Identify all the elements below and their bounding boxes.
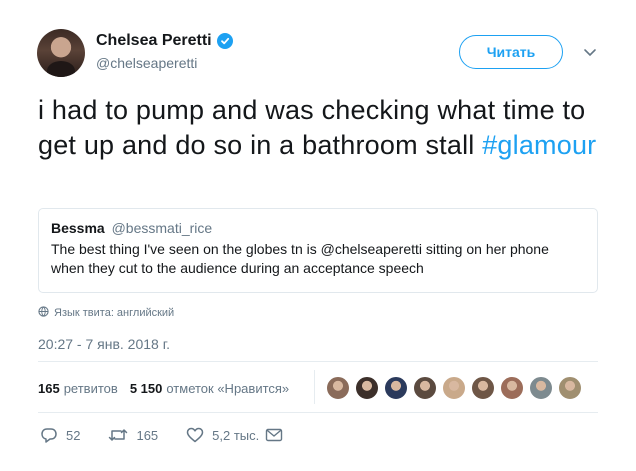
- liker-avatar[interactable]: [558, 376, 582, 400]
- retweet-label: ретвитов: [63, 381, 118, 396]
- tweet-text: i had to pump and was checking what time…: [38, 93, 618, 163]
- tweet-actions: 52 165 5,2 тыс.: [40, 427, 311, 443]
- liker-avatar[interactable]: [529, 376, 553, 400]
- language-label: Язык твита: английский: [54, 307, 175, 319]
- liker-avatar[interactable]: [500, 376, 524, 400]
- divider: [38, 361, 598, 362]
- liker-avatar[interactable]: [326, 376, 350, 400]
- liker-avatars: [326, 376, 582, 400]
- retweet-stat[interactable]: 165 ретвитов: [38, 381, 118, 396]
- like-action-count: 5,2 тыс.: [212, 427, 260, 443]
- liker-avatar[interactable]: [413, 376, 437, 400]
- retweet-action[interactable]: 165: [108, 427, 158, 443]
- like-count: 5 150: [129, 381, 163, 396]
- user-name[interactable]: Chelsea Peretti: [96, 32, 212, 50]
- quoted-user-handle: @bessmati_rice: [111, 220, 213, 236]
- user-handle[interactable]: @chelseaperetti: [96, 55, 197, 71]
- heart-icon[interactable]: [186, 427, 204, 443]
- envelope-icon[interactable]: [265, 428, 283, 442]
- hashtag-link[interactable]: #glamour: [482, 130, 596, 160]
- stats-separator: [314, 370, 315, 404]
- divider: [38, 412, 598, 413]
- chevron-down-icon[interactable]: [582, 44, 598, 60]
- tweet-card: Chelsea Peretti @chelseaperetti Читать i…: [0, 0, 636, 471]
- avatar[interactable]: [37, 29, 85, 77]
- retweet-count: 165: [38, 381, 60, 396]
- liker-avatar[interactable]: [355, 376, 379, 400]
- tweet-stats: 165 ретвитов 5 150 отметок «Нравится»: [38, 381, 289, 396]
- reply-count: 52: [66, 427, 81, 443]
- quoted-tweet[interactable]: Bessma @bessmati_rice The best thing I'v…: [38, 208, 598, 293]
- liker-avatar[interactable]: [384, 376, 408, 400]
- verified-badge-icon: [216, 33, 233, 49]
- retweet-icon[interactable]: [108, 427, 128, 443]
- quoted-tweet-header: Bessma @bessmati_rice: [51, 219, 585, 237]
- like-stat[interactable]: 5 150 отметок «Нравится»: [130, 381, 289, 396]
- like-label: отметок «Нравится»: [166, 381, 290, 396]
- timestamp[interactable]: 20:27 - 7 янв. 2018 г.: [38, 336, 170, 352]
- liker-avatar[interactable]: [442, 376, 466, 400]
- reply-action[interactable]: 52: [40, 427, 80, 443]
- retweet-action-count: 165: [136, 427, 159, 443]
- like-action[interactable]: 5,2 тыс.: [186, 427, 259, 443]
- quoted-user-name: Bessma: [51, 220, 105, 236]
- message-action[interactable]: [265, 428, 283, 442]
- follow-button[interactable]: Читать: [459, 35, 563, 69]
- tweet-language: Язык твита: английский: [38, 306, 174, 320]
- user-name-row[interactable]: Chelsea Peretti: [96, 32, 233, 50]
- globe-icon: [38, 306, 49, 320]
- reply-icon[interactable]: [40, 427, 58, 443]
- quoted-tweet-text: The best thing I've seen on the globes t…: [51, 241, 549, 276]
- liker-avatar[interactable]: [471, 376, 495, 400]
